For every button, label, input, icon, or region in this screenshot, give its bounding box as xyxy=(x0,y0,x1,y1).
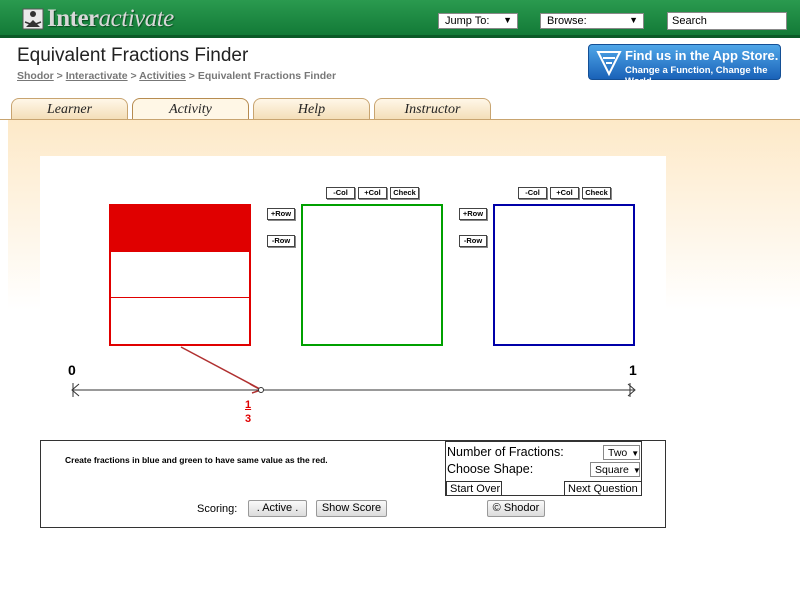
green-minus-row-button[interactable]: -Row xyxy=(267,235,295,247)
num-fractions-label: Number of Fractions: xyxy=(447,445,564,459)
page-title: Equivalent Fractions Finder xyxy=(17,45,249,66)
fraction-denominator: 3 xyxy=(245,413,252,425)
browse-dropdown[interactable]: Browse: ▼ xyxy=(540,13,644,29)
start-over-button[interactable]: Start Over xyxy=(446,481,502,496)
number-line-end-label: 1 xyxy=(629,362,637,378)
tab-help[interactable]: Help xyxy=(253,98,370,120)
green-plus-col-button[interactable]: +Col xyxy=(358,187,387,199)
tab-bar: Learner Activity Help Instructor xyxy=(0,98,800,121)
scoring-label: Scoring: xyxy=(197,503,238,515)
interactivate-logo[interactable]: Interactivate xyxy=(22,5,174,32)
breadcrumb-interactivate[interactable]: Interactivate xyxy=(66,70,128,82)
red-fraction-box xyxy=(109,204,251,346)
dropdown-arrow-icon: ▼ xyxy=(503,15,512,25)
shape-label: Choose Shape: xyxy=(447,462,534,476)
num-fractions-select[interactable]: Two ▼ xyxy=(603,445,640,460)
red-fraction-row xyxy=(111,206,249,252)
blue-minus-col-button[interactable]: -Col xyxy=(518,187,547,199)
active-button[interactable]: . Active . xyxy=(248,500,307,517)
options-box: Number of Fractions: Two ▼ Choose Shape: … xyxy=(445,441,642,496)
number-line-start-label: 0 xyxy=(68,362,76,378)
blue-minus-row-button[interactable]: -Row xyxy=(459,235,487,247)
blue-plus-row-button[interactable]: +Row xyxy=(459,208,487,220)
breadcrumb-shodor[interactable]: Shodor xyxy=(17,70,54,82)
green-minus-col-button[interactable]: -Col xyxy=(326,187,355,199)
show-score-button[interactable]: Show Score xyxy=(316,500,387,517)
dropdown-arrow-icon: ▼ xyxy=(629,15,638,25)
blue-check-button[interactable]: Check xyxy=(582,187,611,199)
green-fraction-box[interactable] xyxy=(301,204,443,346)
dropdown-arrow-icon: ▼ xyxy=(631,449,640,458)
blue-plus-col-button[interactable]: +Col xyxy=(550,187,579,199)
logo-text: Interactivate xyxy=(47,5,174,32)
book-reader-icon xyxy=(22,8,44,30)
breadcrumb: Shodor > Interactivate > Activities > Eq… xyxy=(17,70,337,82)
green-check-button[interactable]: Check xyxy=(390,187,419,199)
browse-label: Browse: xyxy=(547,15,587,27)
num-fractions-value: Two xyxy=(608,447,628,459)
shodor-button[interactable]: © Shodor xyxy=(487,500,545,517)
jump-to-dropdown[interactable]: Jump To: ▼ xyxy=(438,13,518,29)
red-fraction-row xyxy=(111,252,249,298)
tab-learner[interactable]: Learner xyxy=(11,98,128,120)
app-store-line1: Find us in the App Store. xyxy=(625,48,779,63)
fraction-numerator: 1 xyxy=(245,399,252,411)
shape-value: Square xyxy=(595,464,629,476)
green-plus-row-button[interactable]: +Row xyxy=(267,208,295,220)
blue-fraction-box[interactable] xyxy=(493,204,635,346)
app-store-line2: Change a Function, Change the World xyxy=(625,65,768,87)
shape-select[interactable]: Square ▼ xyxy=(590,462,641,477)
next-question-button[interactable]: Next Question xyxy=(564,481,642,496)
top-bar: Interactivate Jump To: ▼ Browse: ▼ Searc… xyxy=(0,0,800,38)
tab-instructor[interactable]: Instructor xyxy=(374,98,491,120)
jump-to-label: Jump To: xyxy=(445,15,490,27)
breadcrumb-activities[interactable]: Activities xyxy=(139,70,186,82)
tab-activity[interactable]: Activity xyxy=(132,98,249,121)
search-input[interactable]: Search xyxy=(667,12,787,30)
instructions-text: Create fractions in blue and green to ha… xyxy=(65,455,328,465)
dropdown-arrow-icon: ▼ xyxy=(632,466,641,475)
red-fraction-row xyxy=(111,298,249,344)
app-store-banner[interactable]: Find us in the App Store. Change a Funct… xyxy=(588,44,781,87)
app-store-icon xyxy=(596,51,622,77)
breadcrumb-current: Equivalent Fractions Finder xyxy=(197,70,337,82)
control-panel: Create fractions in blue and green to ha… xyxy=(40,440,666,528)
